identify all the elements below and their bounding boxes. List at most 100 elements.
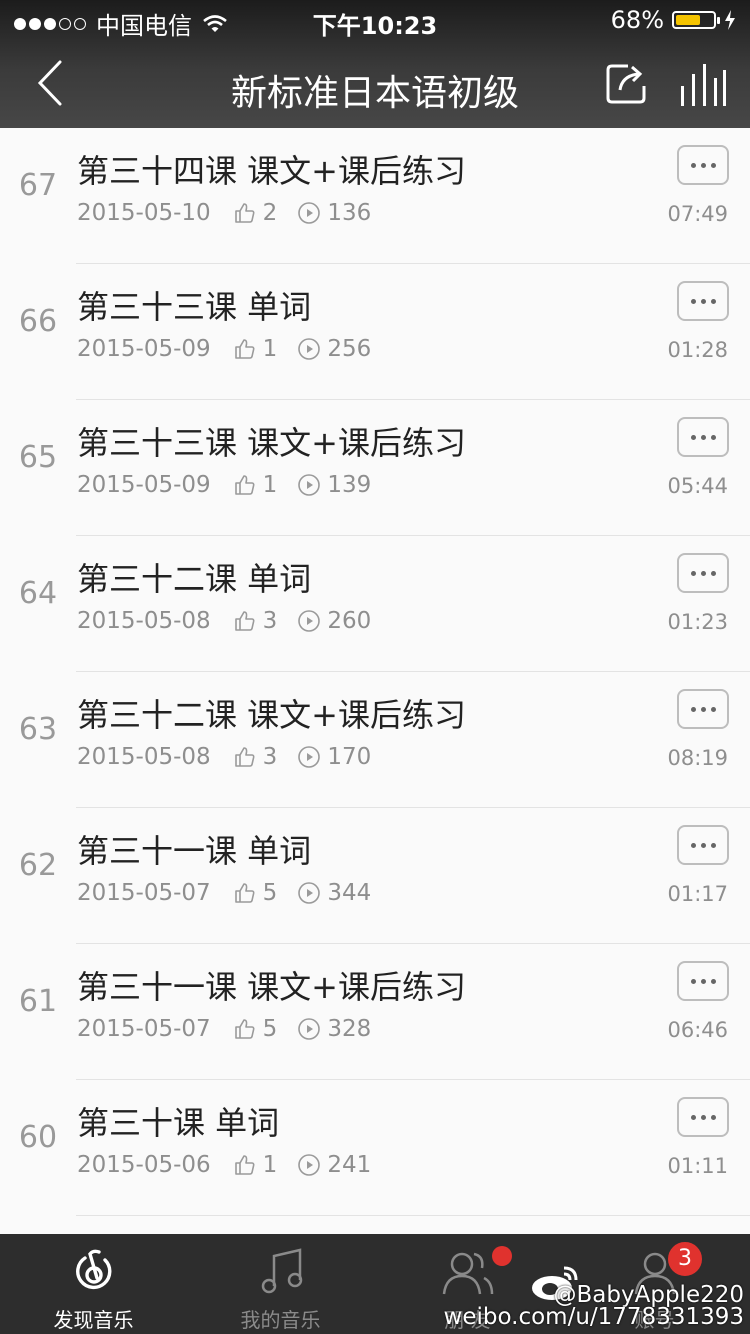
play-count: 256 bbox=[327, 336, 372, 362]
episode-number: 64 bbox=[18, 576, 58, 611]
episode-duration: 05:44 bbox=[667, 474, 728, 498]
episode-title: 第三十二课 课文+课后练习 bbox=[77, 696, 466, 734]
more-button[interactable] bbox=[677, 961, 729, 1001]
episode-duration: 01:11 bbox=[667, 1154, 728, 1178]
episode-number: 63 bbox=[18, 712, 58, 747]
nav-bar: 新标准日本语初级 bbox=[0, 40, 750, 128]
episode-date: 2015-05-06 bbox=[77, 1152, 211, 1178]
episode-title: 第三十课 单词 bbox=[77, 1104, 280, 1142]
friends-icon bbox=[442, 1252, 493, 1295]
episode-date: 2015-05-09 bbox=[77, 336, 211, 362]
episode-date: 2015-05-08 bbox=[77, 744, 211, 770]
like-count: 5 bbox=[262, 1016, 278, 1042]
play-count-icon bbox=[298, 338, 321, 360]
more-icon bbox=[690, 842, 696, 848]
play-count-icon bbox=[298, 882, 321, 904]
like-count: 2 bbox=[262, 200, 278, 226]
discover-music-icon bbox=[75, 1249, 111, 1290]
top-bar: 中国电信 下午10:23 68% 新标准日本语初级 bbox=[0, 0, 750, 128]
charging-icon bbox=[725, 10, 735, 30]
row-divider bbox=[76, 1215, 750, 1216]
more-button[interactable] bbox=[677, 553, 729, 593]
list-item[interactable]: 62 第三十一课 单词 2015-05-07 5 344 01:17 bbox=[0, 808, 750, 944]
more-button[interactable] bbox=[677, 825, 729, 865]
episode-duration: 08:19 bbox=[667, 746, 728, 770]
more-button[interactable] bbox=[677, 145, 729, 185]
music-note-icon bbox=[261, 1248, 302, 1294]
play-count-icon bbox=[298, 202, 321, 224]
thumbs-up-icon bbox=[234, 1019, 255, 1039]
like-count: 5 bbox=[262, 880, 278, 906]
watermark-url: weibo.com/u/1778331393 bbox=[443, 1304, 744, 1330]
more-icon bbox=[690, 162, 696, 168]
episode-title: 第三十三课 课文+课后练习 bbox=[77, 424, 466, 462]
episode-duration: 06:46 bbox=[667, 1018, 728, 1042]
like-count: 1 bbox=[262, 1152, 278, 1178]
episode-number: 65 bbox=[18, 440, 58, 475]
like-count: 1 bbox=[262, 336, 278, 362]
list-item[interactable]: 60 第三十课 单词 2015-05-06 1 241 01:11 bbox=[0, 1080, 750, 1216]
friends-notification-dot bbox=[492, 1246, 512, 1266]
episode-list: 67 第三十四课 课文+课后练习 2015-05-10 2 136 07:49 … bbox=[0, 128, 750, 1234]
status-bar: 中国电信 下午10:23 68% bbox=[0, 0, 750, 40]
thumbs-up-icon bbox=[234, 1155, 255, 1175]
play-count: 260 bbox=[327, 608, 372, 634]
episode-title: 第三十三课 单词 bbox=[77, 288, 312, 326]
episode-number: 61 bbox=[18, 984, 58, 1019]
episode-title: 第三十一课 单词 bbox=[77, 832, 312, 870]
tab-bar: 发现音乐 我的音乐 朋 友 账号 3 @BabyApple220 weibo.c… bbox=[0, 1234, 750, 1334]
more-icon bbox=[690, 434, 696, 440]
thumbs-up-icon bbox=[234, 747, 255, 767]
episode-title: 第三十四课 课文+课后练习 bbox=[77, 152, 466, 190]
like-count: 3 bbox=[262, 744, 278, 770]
thumbs-up-icon bbox=[234, 883, 255, 903]
episode-duration: 07:49 bbox=[667, 202, 728, 226]
play-count-icon bbox=[298, 610, 321, 632]
more-button[interactable] bbox=[677, 281, 729, 321]
play-count: 328 bbox=[327, 1016, 372, 1042]
list-item[interactable]: 63 第三十二课 课文+课后练习 2015-05-08 3 170 08:19 bbox=[0, 672, 750, 808]
tab-label: 发现音乐 bbox=[53, 1308, 134, 1332]
play-count: 139 bbox=[327, 472, 372, 498]
like-count: 1 bbox=[262, 472, 278, 498]
episode-title: 第三十二课 单词 bbox=[77, 560, 312, 598]
episode-title: 第三十一课 课文+课后练习 bbox=[77, 968, 466, 1006]
play-count-icon bbox=[298, 1154, 321, 1176]
more-button[interactable] bbox=[677, 689, 729, 729]
list-item[interactable]: 66 第三十三课 单词 2015-05-09 1 256 01:28 bbox=[0, 264, 750, 400]
episode-date: 2015-05-07 bbox=[77, 1016, 211, 1042]
more-button[interactable] bbox=[677, 1097, 729, 1137]
now-playing-icon[interactable] bbox=[678, 62, 726, 106]
episode-date: 2015-05-08 bbox=[77, 608, 211, 634]
episode-duration: 01:23 bbox=[667, 610, 728, 634]
play-count: 241 bbox=[327, 1152, 372, 1178]
episode-number: 62 bbox=[18, 848, 58, 883]
tab-label: 我的音乐 bbox=[240, 1308, 321, 1332]
episode-duration: 01:28 bbox=[667, 338, 728, 362]
episode-number: 67 bbox=[18, 168, 58, 203]
play-count: 170 bbox=[327, 744, 372, 770]
episode-number: 66 bbox=[18, 304, 58, 339]
share-icon[interactable] bbox=[604, 62, 648, 106]
play-count-icon bbox=[298, 746, 321, 768]
battery-icon bbox=[672, 11, 720, 29]
more-icon bbox=[690, 570, 696, 576]
battery-percent: 68% bbox=[610, 6, 664, 34]
tab-my-music[interactable]: 我的音乐 bbox=[187, 1234, 374, 1334]
more-icon bbox=[690, 298, 696, 304]
tab-discover-music[interactable]: 发现音乐 bbox=[0, 1234, 187, 1334]
more-icon bbox=[690, 1114, 696, 1120]
more-button[interactable] bbox=[677, 417, 729, 457]
more-icon bbox=[690, 706, 696, 712]
episode-date: 2015-05-07 bbox=[77, 880, 211, 906]
episode-date: 2015-05-09 bbox=[77, 472, 211, 498]
episode-date: 2015-05-10 bbox=[77, 200, 211, 226]
play-count-icon bbox=[298, 1018, 321, 1040]
list-item[interactable]: 64 第三十二课 单词 2015-05-08 3 260 01:23 bbox=[0, 536, 750, 672]
episode-number: 60 bbox=[18, 1120, 58, 1155]
list-item[interactable]: 61 第三十一课 课文+课后练习 2015-05-07 5 328 06:46 bbox=[0, 944, 750, 1080]
account-badge: 3 bbox=[666, 1240, 704, 1278]
list-item[interactable]: 67 第三十四课 课文+课后练习 2015-05-10 2 136 07:49 bbox=[0, 128, 750, 264]
list-item[interactable]: 65 第三十三课 课文+课后练习 2015-05-09 1 139 05:44 bbox=[0, 400, 750, 536]
more-icon bbox=[690, 978, 696, 984]
